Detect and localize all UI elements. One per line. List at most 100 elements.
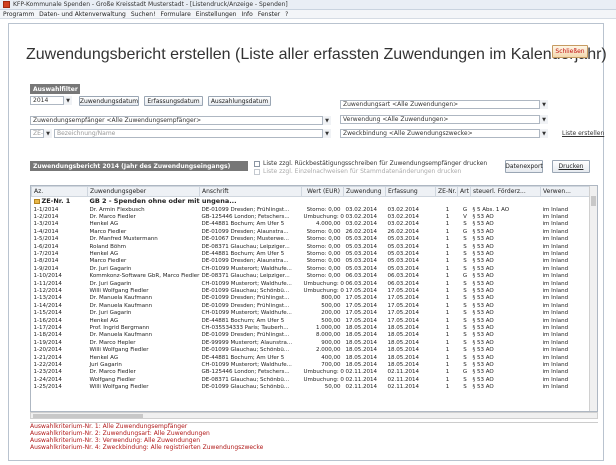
table-row[interactable]: 1-8/2014 Marco Fiedler DE-01099 Dresden; A… bbox=[32, 258, 591, 265]
cell-steuerl: § 53 AO bbox=[472, 317, 494, 324]
einzelnachweis-checkbox[interactable] bbox=[254, 169, 260, 175]
table-row[interactable]: 1-16/2014 Henkel AG DE-44881 Bochum; Am Uf… bbox=[32, 317, 591, 324]
cell-steuerl: § 53 AO bbox=[472, 347, 494, 354]
liste-erstellen-button[interactable]: Liste erstellen bbox=[562, 130, 604, 137]
menu-einstellungen[interactable]: Einstellungen bbox=[196, 11, 237, 18]
cell-geber: Dr. Manuela Kaufmann bbox=[89, 332, 153, 339]
table-row[interactable]: 1-13/2014 Dr. Manuela Kaufmann DE-01099 Dr… bbox=[32, 295, 591, 302]
cell-erfassung: 17.05.2014 bbox=[387, 310, 420, 317]
scroll-thumb[interactable] bbox=[33, 414, 143, 418]
cell-ze-nr: 1 bbox=[445, 310, 450, 317]
tab-zuwendungsdatum[interactable]: Zuwendungsdatum bbox=[79, 96, 139, 106]
table-row[interactable]: 1-7/2014 Henkel AG DE-44881 Bochum; Am Ufe… bbox=[32, 251, 591, 258]
table-row[interactable]: 1-19/2014 Dr. Marco Hepler DE-99999 Muster… bbox=[32, 340, 591, 347]
chevron-down-icon[interactable]: ▼ bbox=[539, 115, 548, 124]
chevron-down-icon[interactable]: ▼ bbox=[43, 129, 52, 138]
table-row[interactable]: 1-25/2014 Willi Wolfgang Fiedler DE-01099 … bbox=[32, 384, 591, 391]
table-row[interactable]: 1-21/2014 Henkel AG DE-44881 Bochum; Am Uf… bbox=[32, 354, 591, 361]
menu-daten[interactable]: Daten- und Aktenverwaltung bbox=[39, 11, 126, 18]
table-row[interactable]: 1-18/2014 Dr. Manuela Kaufmann DE-01099 Dr… bbox=[32, 332, 591, 339]
cell-anschrift: DE-01099 Dresden; Frühlingst... bbox=[201, 206, 290, 213]
col-erfassung[interactable]: Erfassung bbox=[385, 186, 436, 197]
menu-fenster[interactable]: Fenster bbox=[258, 11, 280, 18]
scroll-thumb[interactable] bbox=[591, 196, 596, 206]
cell-geber: Dr. Marco Fiedler bbox=[89, 214, 136, 221]
tab-erfassungsdatum[interactable]: Erfassungsdatum bbox=[144, 96, 203, 106]
group-row[interactable]: ZE-Nr. 1 GB 2 - Spenden ohne oder mit un… bbox=[32, 197, 591, 207]
cell-steuerl: § 53 AO bbox=[472, 251, 494, 258]
table-row[interactable]: 1-20/2014 Willi Wolfgang Fiedler DE-01099 … bbox=[32, 347, 591, 354]
chevron-down-icon[interactable]: ▼ bbox=[539, 100, 548, 109]
table-row[interactable]: 1-23/2014 Dr. Marco Fiedler GB-125446 Lond… bbox=[32, 369, 591, 376]
table-row[interactable]: 1-22/2014 Juri Gagarin CH-01099 Musterort;… bbox=[32, 362, 591, 369]
col-steuerl[interactable]: steuerl. Förderz... bbox=[470, 186, 541, 197]
menu-programm[interactable]: Programm bbox=[3, 11, 34, 18]
col-art[interactable]: Art bbox=[457, 186, 471, 197]
table-row[interactable]: 1-6/2014 Roland Böhm DE-08371 Glauchau; Le… bbox=[32, 243, 591, 250]
chevron-down-icon[interactable]: ▼ bbox=[539, 129, 548, 138]
cell-ze-nr: 1 bbox=[445, 287, 450, 294]
table-row[interactable]: 1-4/2014 Marco Fiedler DE-01099 Dresden; A… bbox=[32, 229, 591, 236]
cell-geber: Dr. Manuela Kaufmann bbox=[89, 302, 153, 309]
cell-erfassung: 18.05.2014 bbox=[387, 361, 420, 368]
zuwendungsart-select[interactable]: Zuwendungsart <Alle Zuwendungen> bbox=[340, 100, 548, 109]
table-row[interactable]: 1-2/2014 Dr. Marco Fiedler GB-125446 Londo… bbox=[32, 214, 591, 221]
col-verwendung[interactable]: Verwen... bbox=[540, 186, 591, 197]
table-row[interactable]: 1-12/2014 Willi Wolfgang Fiedler DE-01099 … bbox=[32, 288, 591, 295]
datenexport-button[interactable]: Datenexport bbox=[505, 160, 543, 173]
cell-zuwendung: 03.02.2014 bbox=[345, 206, 378, 213]
cell-wert: Storno: 0,00 bbox=[306, 228, 341, 235]
table-row[interactable]: 1-5/2014 Dr. Manfred Mustermann DE-01067 D… bbox=[32, 236, 591, 243]
table-row[interactable]: 1-24/2014 Wolfgang Fiedler DE-08371 Glauch… bbox=[32, 376, 591, 383]
cell-anschrift: DE-08371 Glauchau; Schönbü... bbox=[201, 376, 290, 383]
cell-erfassung: 18.05.2014 bbox=[387, 339, 420, 346]
col-anschrift[interactable]: Anschrift bbox=[199, 186, 302, 197]
rueckbestaetigung-checkbox[interactable] bbox=[254, 161, 260, 167]
col-az[interactable]: Az. bbox=[31, 186, 88, 197]
chevron-down-icon[interactable]: ▼ bbox=[63, 96, 72, 105]
chevron-down-icon[interactable]: ▼ bbox=[322, 116, 331, 125]
cell-az: 1-22/2014 bbox=[33, 361, 62, 368]
col-ze-nr[interactable]: ZE-Nr. bbox=[435, 186, 458, 197]
table-row[interactable]: 1-11/2014 Dr. Juri Gagarin CH-01099 Muster… bbox=[32, 280, 591, 287]
cell-az: 1-7/2014 bbox=[33, 251, 59, 258]
menu-help[interactable]: ? bbox=[285, 11, 288, 18]
drucken-button[interactable]: Drucken bbox=[552, 160, 590, 173]
table-row[interactable]: 1-15/2014 Dr. Juri Gagarin CH-01099 Muster… bbox=[32, 310, 591, 317]
cell-zuwendung: 02.11.2014 bbox=[345, 369, 378, 376]
cell-erfassung: 18.05.2014 bbox=[387, 347, 420, 354]
tab-auszahlungsdatum[interactable]: Auszahlungsdatum bbox=[208, 96, 271, 106]
horizontal-scrollbar[interactable] bbox=[30, 412, 598, 419]
cell-geber: Willi Wolfgang Fiedler bbox=[89, 347, 149, 354]
cell-anschrift: CH-01099 Musterort; Waldhufe... bbox=[201, 280, 292, 287]
menu-info[interactable]: Info bbox=[241, 11, 252, 18]
col-zuwendung[interactable]: Zuwendung bbox=[343, 186, 386, 197]
cell-zuwendung: 18.05.2014 bbox=[345, 361, 378, 368]
menu-formulare[interactable]: Formulare bbox=[161, 11, 191, 18]
cell-anschrift: CH-01099 Musterort; Waldhufe... bbox=[201, 361, 292, 368]
chevron-down-icon[interactable]: ▼ bbox=[322, 129, 331, 138]
table-row[interactable]: 1-3/2014 Henkel AG DE-44881 Bochum; Am Ufe… bbox=[32, 221, 591, 228]
zweckbindung-select[interactable]: Zweckbindung <Alle Zuwendungszwecke> bbox=[340, 129, 548, 138]
table-row[interactable]: 1-10/2014 Kommkonz-Software GbR, Marco Fi… bbox=[32, 273, 591, 280]
close-button[interactable]: Schließen bbox=[552, 45, 588, 58]
table-row[interactable]: 1-17/2014 Prof. Ingrid Bergmann CH-0355343… bbox=[32, 325, 591, 332]
vertical-scrollbar[interactable] bbox=[589, 186, 597, 411]
table-row[interactable]: 1-14/2014 Dr. Manuela Kaufmann DE-01099 Dr… bbox=[32, 303, 591, 310]
cell-steuerl: § 53 AO bbox=[472, 324, 494, 331]
cell-ze-nr: 1 bbox=[445, 376, 450, 383]
group-geber: GB 2 - Spenden ohne oder mit ungena... bbox=[89, 197, 237, 206]
cell-anschrift: DE-01099 Glauchau; Schönbü... bbox=[201, 384, 290, 391]
cell-az: 1-17/2014 bbox=[33, 324, 62, 331]
cell-art: G bbox=[462, 273, 468, 280]
menu-suchen[interactable]: Suchen! bbox=[131, 11, 156, 18]
bezeichnung-input[interactable]: Bezeichnung/Name bbox=[54, 129, 331, 138]
folder-icon bbox=[33, 198, 40, 204]
empfaenger-select[interactable]: Zuwendungsempfänger <Alle Zuwendungsempf… bbox=[30, 116, 331, 125]
col-geber[interactable]: Zuwendungsgeber bbox=[87, 186, 200, 197]
table-row[interactable]: 1-1/2014 Dr. Armin Flexbusch DE-01099 Dres… bbox=[32, 207, 591, 214]
col-wert[interactable]: Wert (EUR) bbox=[301, 186, 344, 197]
table-row[interactable]: 1-9/2014 Dr. Juri Gagarin CH-01099 Mustero… bbox=[32, 266, 591, 273]
verwendung-select[interactable]: Verwendung <Alle Zuwendungen> bbox=[340, 115, 548, 124]
cell-geber: Prof. Ingrid Bergmann bbox=[89, 324, 150, 331]
